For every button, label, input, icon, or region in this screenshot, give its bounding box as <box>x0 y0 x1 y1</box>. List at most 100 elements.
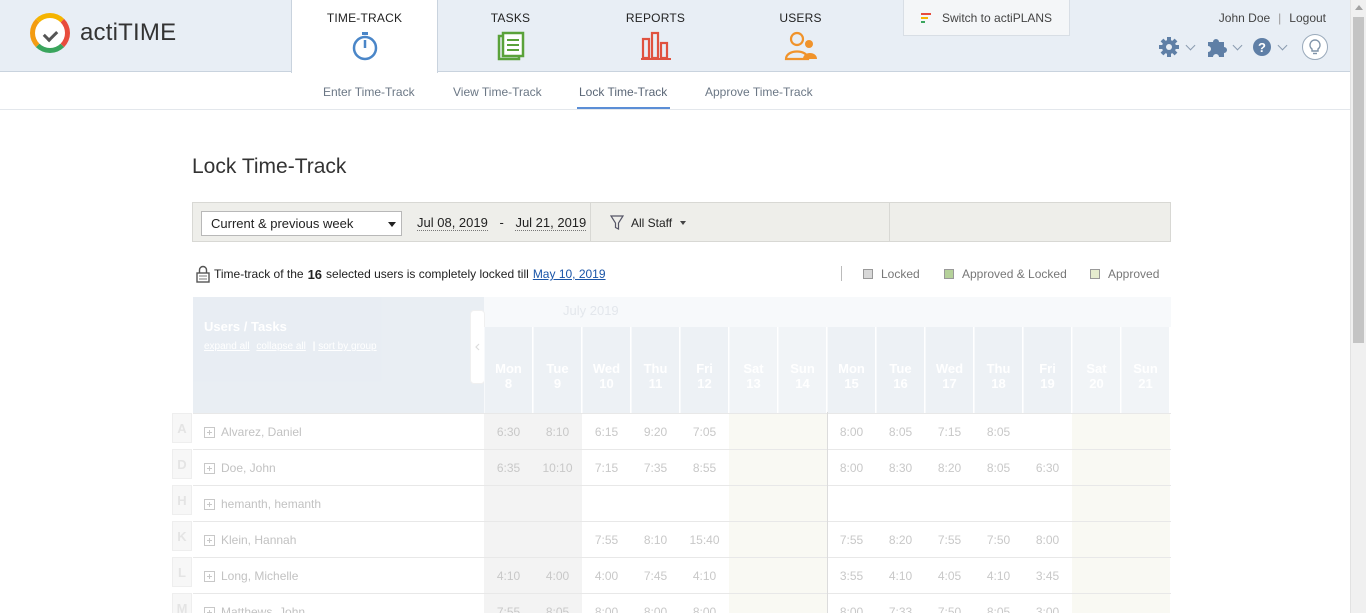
user-name[interactable]: John Doe <box>1219 11 1270 25</box>
time-cell[interactable]: 4:00 <box>533 558 582 593</box>
expand-plus-icon[interactable] <box>204 498 215 510</box>
time-cell[interactable] <box>1072 450 1121 485</box>
time-cell[interactable] <box>1121 522 1170 557</box>
time-cell[interactable] <box>729 414 778 449</box>
time-cell[interactable]: 8:20 <box>925 450 974 485</box>
table-row[interactable]: Alvarez, Daniel 6:30 8:10 6:15 9:20 7:05 8:00 8… <box>193 413 1171 449</box>
time-cell[interactable] <box>729 558 778 593</box>
time-cell[interactable]: 8:30 <box>876 450 925 485</box>
time-cell[interactable] <box>974 486 1023 521</box>
user-name-cell[interactable]: Long, Michelle <box>204 569 298 583</box>
time-cell[interactable]: 4:10 <box>974 558 1023 593</box>
time-cell[interactable] <box>729 522 778 557</box>
alphabet-index-letter[interactable]: M <box>172 593 192 613</box>
time-cell[interactable] <box>533 486 582 521</box>
date-range-display[interactable]: Jul 08, 2019 - Jul 21, 2019 <box>417 215 587 231</box>
time-cell[interactable]: 3:45 <box>1023 558 1072 593</box>
user-name-cell[interactable]: hemanth, hemanth <box>204 497 321 511</box>
time-cell[interactable]: 8:10 <box>533 414 582 449</box>
time-cell[interactable]: 7:15 <box>925 414 974 449</box>
time-cell[interactable]: 3:55 <box>827 558 876 593</box>
time-cell[interactable] <box>1072 594 1121 613</box>
time-cell[interactable]: 15:40 <box>680 522 729 557</box>
alphabet-index-letter[interactable]: A <box>172 413 192 443</box>
user-name-cell[interactable]: Klein, Hannah <box>204 533 296 547</box>
alphabet-index-letter[interactable]: D <box>172 449 192 479</box>
sort-by-group-link[interactable]: sort by group <box>318 341 376 352</box>
staff-filter[interactable]: All Staff <box>610 215 687 231</box>
time-cell[interactable]: 3:00 <box>1023 594 1072 613</box>
time-cell[interactable] <box>1121 558 1170 593</box>
time-cell[interactable] <box>729 486 778 521</box>
addons-menu[interactable] <box>1205 36 1243 58</box>
time-cell[interactable]: 8:05 <box>974 414 1023 449</box>
time-cell[interactable]: 4:05 <box>925 558 974 593</box>
time-cell[interactable]: 7:55 <box>484 594 533 613</box>
time-cell[interactable] <box>1072 486 1121 521</box>
table-row[interactable]: Long, Michelle 4:10 4:00 4:00 7:45 4:10 3:55 4:… <box>193 557 1171 593</box>
time-cell[interactable] <box>1072 558 1121 593</box>
expand-plus-icon[interactable] <box>204 462 215 474</box>
table-row[interactable]: hemanth, hemanth <box>193 485 1171 521</box>
time-cell[interactable] <box>1072 522 1121 557</box>
time-cell[interactable] <box>925 486 974 521</box>
time-cell[interactable]: 10:10 <box>533 450 582 485</box>
time-cell[interactable] <box>1121 450 1170 485</box>
time-cell[interactable]: 7:45 <box>631 558 680 593</box>
time-cell[interactable] <box>778 522 827 557</box>
alphabet-index-letter[interactable]: L <box>172 557 192 587</box>
date-range-select[interactable]: Current & previous week <box>201 211 402 236</box>
time-cell[interactable] <box>484 522 533 557</box>
time-cell[interactable]: 9:20 <box>631 414 680 449</box>
tab-time-track[interactable]: TIME-TRACK <box>291 0 438 73</box>
expand-plus-icon[interactable] <box>204 534 215 546</box>
time-cell[interactable] <box>582 486 631 521</box>
time-cell[interactable]: 8:00 <box>827 414 876 449</box>
time-cell[interactable]: 8:05 <box>974 594 1023 613</box>
scrollbar-thumb[interactable] <box>1353 17 1364 343</box>
date-to[interactable]: Jul 21, 2019 <box>515 215 587 231</box>
time-cell[interactable]: 8:00 <box>582 594 631 613</box>
time-cell[interactable]: 7:50 <box>925 594 974 613</box>
time-cell[interactable] <box>778 414 827 449</box>
time-cell[interactable] <box>1121 486 1170 521</box>
time-cell[interactable] <box>1023 414 1072 449</box>
tips-button[interactable] <box>1302 34 1328 60</box>
time-cell[interactable]: 8:00 <box>827 594 876 613</box>
alphabet-index-letter[interactable]: H <box>172 485 192 515</box>
time-cell[interactable]: 4:10 <box>680 558 729 593</box>
time-cell[interactable]: 7:33 <box>876 594 925 613</box>
user-name-cell[interactable]: Doe, John <box>204 461 276 475</box>
time-cell[interactable] <box>1023 486 1072 521</box>
user-name-cell[interactable]: Matthews, John <box>204 605 305 613</box>
tab-users[interactable]: USERS <box>728 0 873 72</box>
table-row[interactable]: Matthews, John 7:55 8:05 8:00 8:00 8:00 8:00 7:… <box>193 593 1171 613</box>
time-cell[interactable] <box>876 486 925 521</box>
time-cell[interactable]: 4:00 <box>582 558 631 593</box>
time-cell[interactable]: 7:50 <box>974 522 1023 557</box>
time-cell[interactable] <box>484 486 533 521</box>
scroll-left-button[interactable] <box>470 310 485 384</box>
time-cell[interactable]: 8:00 <box>631 594 680 613</box>
time-cell[interactable] <box>533 522 582 557</box>
time-cell[interactable]: 8:05 <box>974 450 1023 485</box>
time-cell[interactable]: 8:55 <box>680 450 729 485</box>
time-cell[interactable] <box>729 594 778 613</box>
date-from[interactable]: Jul 08, 2019 <box>417 215 488 231</box>
time-cell[interactable]: 7:15 <box>582 450 631 485</box>
time-cell[interactable] <box>729 450 778 485</box>
time-cell[interactable]: 8:20 <box>876 522 925 557</box>
subnav-approve-time-track[interactable]: Approve Time-Track <box>705 85 813 99</box>
alphabet-index-letter[interactable]: K <box>172 521 192 551</box>
time-cell[interactable] <box>680 486 729 521</box>
time-cell[interactable]: 6:30 <box>1023 450 1072 485</box>
tab-reports[interactable]: REPORTS <box>583 0 728 72</box>
time-cell[interactable] <box>778 450 827 485</box>
time-cell[interactable]: 8:00 <box>827 450 876 485</box>
time-cell[interactable]: 6:35 <box>484 450 533 485</box>
time-cell[interactable] <box>1121 594 1170 613</box>
time-cell[interactable] <box>1072 414 1121 449</box>
expand-all-link[interactable]: expand all <box>204 341 250 352</box>
time-cell[interactable]: 8:00 <box>1023 522 1072 557</box>
expand-plus-icon[interactable] <box>204 606 215 613</box>
